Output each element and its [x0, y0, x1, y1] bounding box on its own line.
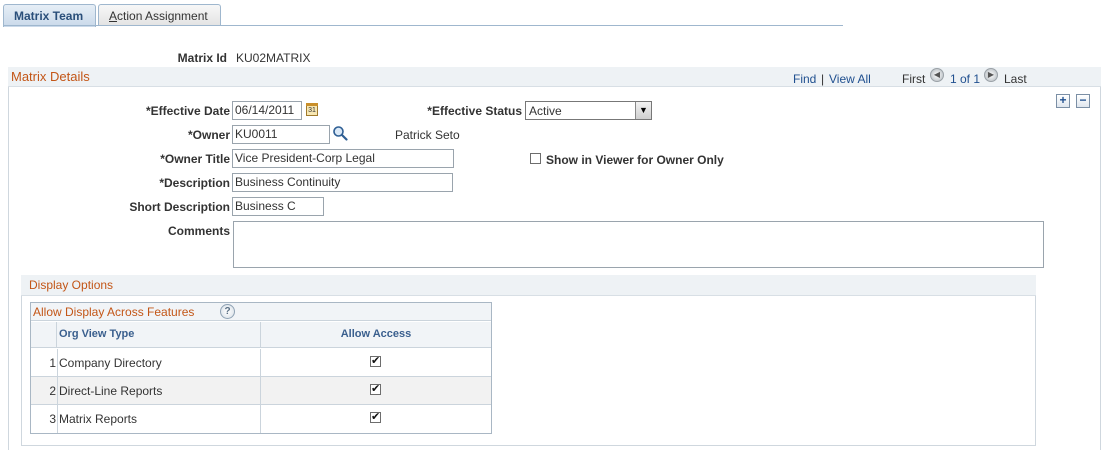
- row-number: 2: [49, 384, 56, 398]
- effective-status-value: Active: [529, 104, 562, 118]
- find-link[interactable]: Find: [793, 72, 816, 86]
- effective-date-input[interactable]: 06/14/2011: [232, 101, 302, 120]
- org-view-type-header[interactable]: Org View Type: [57, 322, 261, 348]
- description-label: *Description: [159, 176, 230, 190]
- short-description-label: Short Description: [129, 200, 230, 214]
- matrix-id-label: Matrix Id: [177, 51, 227, 65]
- allow-access-header[interactable]: Allow Access: [261, 322, 491, 348]
- table-row: 2 Direct-Line Reports: [31, 377, 491, 405]
- row-number: 3: [49, 412, 56, 426]
- delete-row-button[interactable]: −: [1076, 94, 1090, 108]
- owner-title-input[interactable]: Vice President-Corp Legal: [232, 149, 454, 168]
- table-row: 3 Matrix Reports: [31, 405, 491, 433]
- display-options-header: [21, 275, 1036, 296]
- owner-label: *Owner: [187, 128, 230, 142]
- row-position: 1 of 1: [950, 72, 981, 86]
- row-number-header: [31, 322, 57, 348]
- org-view-type-cell: Matrix Reports: [59, 412, 138, 426]
- effective-status-select[interactable]: Active ▼: [525, 101, 652, 120]
- short-description-input[interactable]: Business C: [232, 197, 324, 216]
- tab-action-assignment-label: ction Assignment: [117, 9, 208, 23]
- tab-action-assignment[interactable]: Action Assignment: [98, 4, 221, 26]
- view-all-link[interactable]: View All: [829, 72, 871, 86]
- owner-title-label: *Owner Title: [160, 152, 230, 166]
- allow-access-checkbox[interactable]: [370, 410, 381, 423]
- nav-separator: |: [821, 72, 825, 86]
- effective-status-label: *Effective Status: [427, 104, 522, 118]
- show-in-viewer-label: Show in Viewer for Owner Only: [546, 153, 724, 167]
- comments-label: Comments: [167, 224, 230, 238]
- table-row: 1 Company Directory: [31, 349, 491, 377]
- row-number: 1: [49, 356, 56, 370]
- help-icon[interactable]: ?: [220, 304, 235, 319]
- org-view-type-cell: Company Directory: [59, 356, 162, 370]
- tab-divider: [3, 25, 843, 26]
- description-input[interactable]: Business Continuity: [232, 173, 453, 192]
- allow-display-grid-title: Allow Display Across Features: [33, 305, 195, 319]
- add-row-button[interactable]: +: [1056, 94, 1070, 108]
- next-row-icon[interactable]: ▶: [984, 68, 998, 82]
- comments-textarea[interactable]: [233, 221, 1044, 268]
- tab-matrix-team-label: Matrix Team: [14, 9, 84, 23]
- effective-date-label: *Effective Date: [145, 104, 230, 118]
- show-in-viewer-checkbox[interactable]: [530, 153, 541, 164]
- last-label: Last: [1004, 72, 1027, 86]
- tab-matrix-team[interactable]: Matrix Team: [3, 4, 96, 27]
- search-icon[interactable]: [332, 125, 348, 141]
- matrix-details-title: Matrix Details: [11, 69, 90, 84]
- org-view-type-cell: Direct-Line Reports: [59, 384, 163, 398]
- previous-row-icon[interactable]: ◀: [930, 68, 944, 82]
- chevron-down-icon[interactable]: ▼: [635, 102, 651, 119]
- tab-action-assignment-accel: A: [109, 9, 118, 23]
- allow-access-checkbox[interactable]: [370, 382, 381, 395]
- first-label: First: [902, 72, 926, 86]
- owner-name: Patrick Seto: [395, 128, 460, 142]
- owner-input[interactable]: KU0011: [232, 125, 330, 144]
- calendar-icon[interactable]: 31: [306, 103, 318, 116]
- allow-access-checkbox[interactable]: [370, 354, 381, 367]
- matrix-id-value: KU02MATRIX: [236, 51, 311, 65]
- display-options-title: Display Options: [29, 278, 114, 292]
